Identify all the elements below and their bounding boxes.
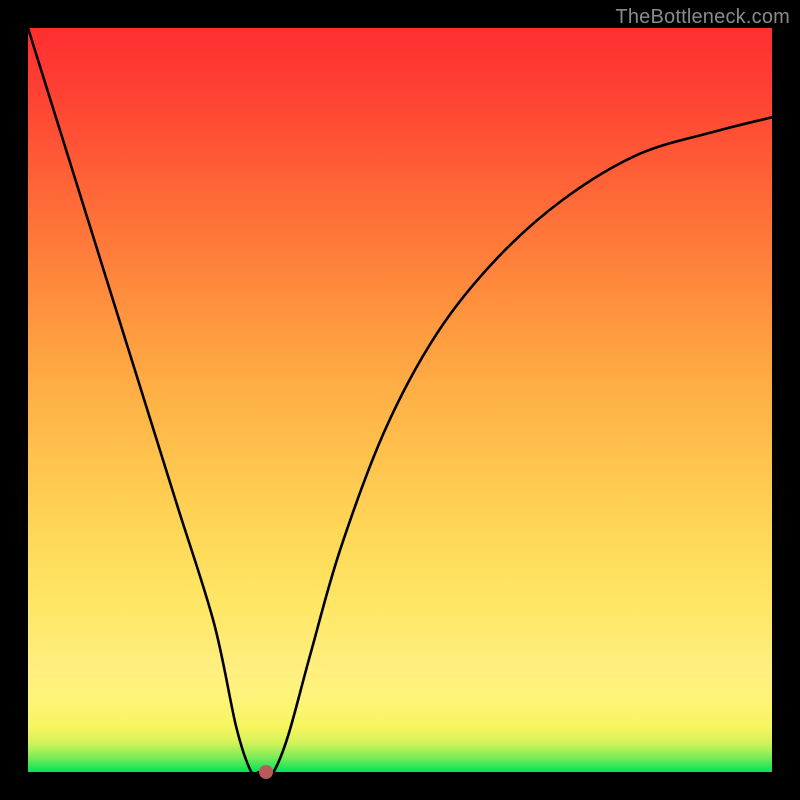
chart-plot-area — [28, 28, 772, 772]
chart-frame: TheBottleneck.com — [0, 0, 800, 800]
optimal-point-marker — [259, 765, 273, 779]
watermark-text: TheBottleneck.com — [615, 6, 790, 29]
